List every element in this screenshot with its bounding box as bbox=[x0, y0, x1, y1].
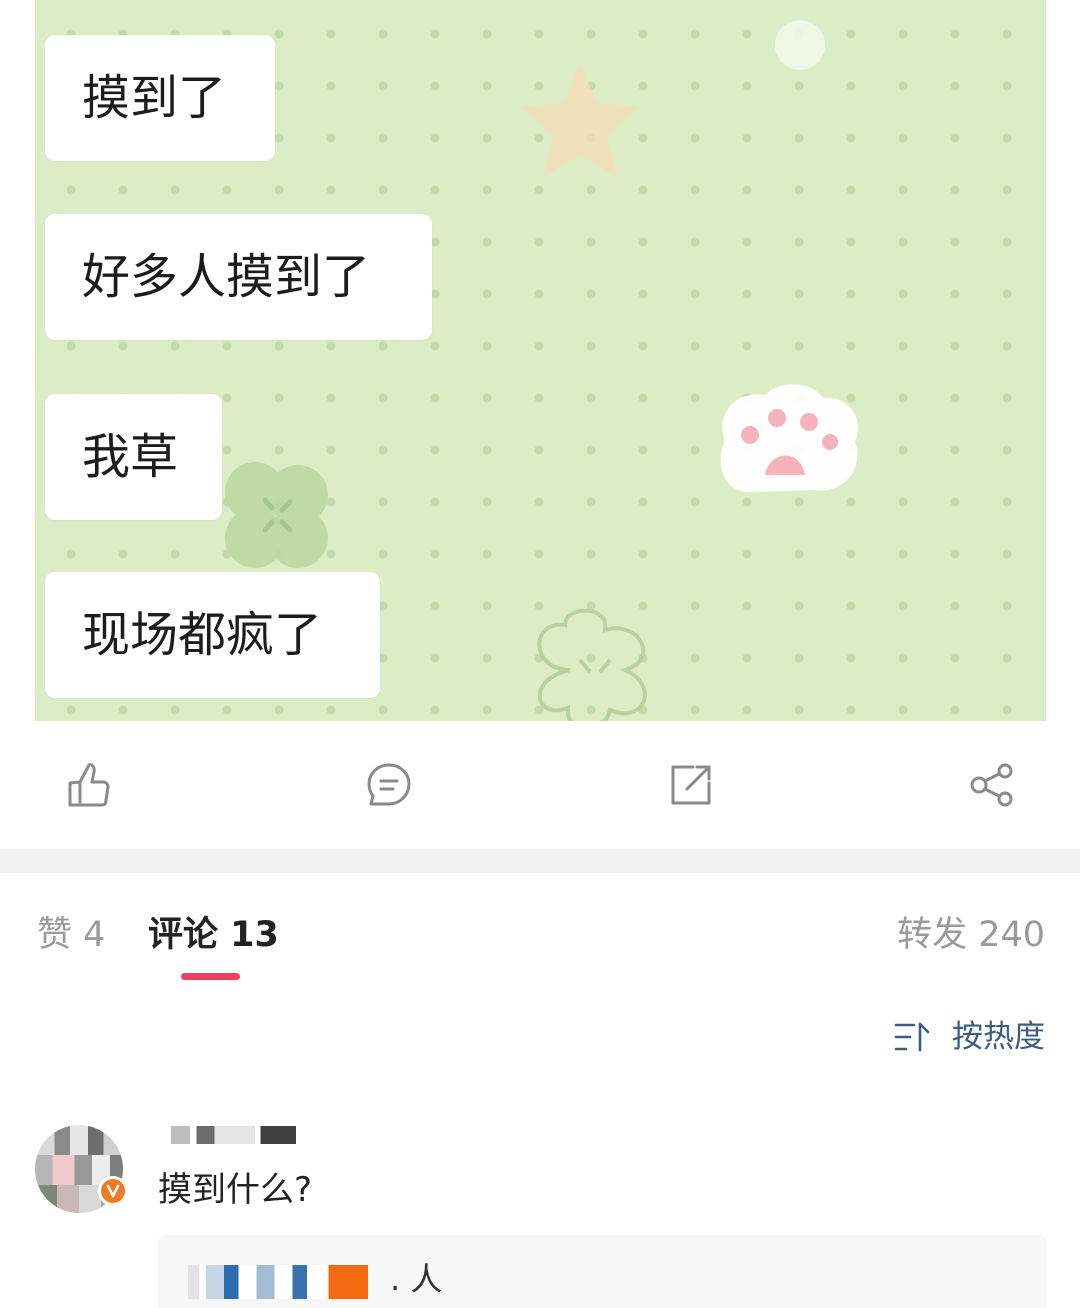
interaction-tabs: 赞 4 评论 13 转发 240 bbox=[0, 873, 1080, 993]
share-button[interactable] bbox=[968, 761, 1016, 809]
chat-bubble: 摸到了 bbox=[45, 35, 275, 161]
repost-icon bbox=[671, 765, 711, 805]
paw-decoration bbox=[720, 384, 859, 493]
action-bar bbox=[0, 721, 1080, 849]
clover-outline-decoration bbox=[537, 608, 647, 721]
sort-icon bbox=[894, 1022, 930, 1052]
reply-username-blurred[interactable] bbox=[188, 1265, 368, 1299]
verified-v-icon bbox=[106, 1184, 120, 1198]
post-image[interactable]: 摸到了 好多人摸到了 我草 现场都疯了 bbox=[35, 0, 1046, 721]
sort-label: 按热度 bbox=[952, 1019, 1045, 1055]
section-divider bbox=[0, 849, 1080, 873]
comment-icon bbox=[367, 763, 411, 806]
repost-button[interactable] bbox=[667, 761, 715, 809]
like-icon bbox=[68, 763, 110, 807]
tab-likes[interactable]: 赞 4 bbox=[37, 913, 105, 957]
comment-text: 摸到什么? bbox=[158, 1170, 313, 1210]
verified-badge bbox=[98, 1176, 128, 1206]
reply-preview[interactable]: . 人 bbox=[158, 1235, 1046, 1308]
chat-bubble: 现场都疯了 bbox=[45, 572, 380, 698]
like-button[interactable] bbox=[64, 761, 112, 809]
decor-blob bbox=[775, 20, 825, 70]
tab-comments[interactable]: 评论 13 bbox=[148, 913, 279, 957]
comment-item: 摸到什么? . 人 bbox=[0, 1118, 1080, 1308]
username-blurred[interactable] bbox=[160, 1126, 296, 1144]
clover-decoration bbox=[225, 462, 328, 568]
active-tab-indicator bbox=[181, 973, 240, 980]
share-icon bbox=[970, 763, 1013, 807]
sort-button[interactable]: 按热度 bbox=[894, 1017, 1045, 1057]
chat-bubble: 好多人摸到了 bbox=[45, 214, 432, 340]
star-decoration bbox=[521, 63, 639, 177]
comment-button[interactable] bbox=[365, 761, 413, 809]
chat-bubble: 我草 bbox=[45, 394, 222, 520]
reply-text: . 人 bbox=[390, 1260, 443, 1298]
tab-reposts[interactable]: 转发 240 bbox=[897, 913, 1045, 957]
